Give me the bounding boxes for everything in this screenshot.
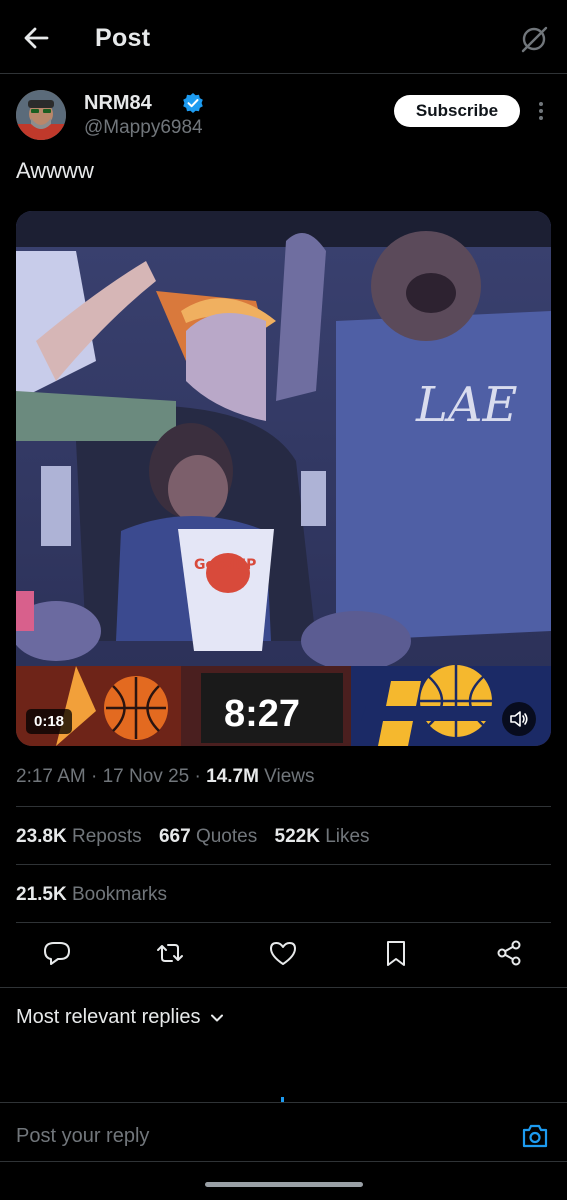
video-frame: LAE GoodUP	[16, 211, 551, 746]
views-count: 14.7M	[206, 766, 259, 787]
replies-sort-label: Most relevant replies	[16, 1006, 201, 1028]
popcorn-text: GoodUP	[194, 557, 256, 573]
author-name[interactable]: NRM84	[84, 92, 152, 115]
home-indicator[interactable]	[205, 1182, 363, 1187]
divider	[16, 922, 551, 923]
post-author: NRM84 @Mappy6984 Subscribe	[16, 90, 551, 146]
mute-icon	[510, 711, 528, 727]
top-bar: Post	[0, 0, 567, 74]
reply-icon[interactable]	[42, 938, 72, 968]
video-player[interactable]: LAE GoodUP 8:27 0:18	[16, 211, 551, 746]
divider	[16, 864, 551, 865]
page-title: Post	[95, 24, 151, 52]
repost-icon[interactable]	[155, 938, 185, 968]
like-icon[interactable]	[268, 938, 298, 968]
grok-icon[interactable]	[519, 24, 549, 54]
post-metadata: 2:17 AM · 17 Nov 25 · 14.7M Views	[16, 766, 315, 788]
views-label: Views	[258, 766, 315, 787]
subscribe-button[interactable]: Subscribe	[394, 95, 520, 127]
quotes-stat[interactable]: 667 Quotes	[159, 826, 257, 847]
divider	[0, 987, 567, 988]
scoreboard-time: 8:27	[224, 693, 301, 735]
back-arrow-icon[interactable]	[22, 24, 50, 52]
post-text: Awwww	[16, 158, 94, 183]
mute-button[interactable]	[502, 702, 536, 736]
camera-icon[interactable]	[521, 1123, 549, 1149]
reply-composer: Post your reply	[0, 1102, 567, 1162]
reposts-stat[interactable]: 23.8K Reposts	[16, 826, 142, 847]
divider	[16, 806, 551, 807]
action-bar	[0, 938, 567, 974]
chevron-down-icon	[210, 1014, 223, 1021]
replies-sort-dropdown[interactable]: Most relevant replies	[16, 1006, 225, 1029]
post-timestamp[interactable]: 2:17 AM · 17 Nov 25 ·	[16, 766, 206, 787]
bookmark-icon[interactable]	[381, 938, 411, 968]
likes-stat[interactable]: 522K Likes	[275, 826, 370, 847]
video-duration: 0:18	[26, 709, 73, 734]
verified-badge-icon	[183, 93, 203, 113]
more-icon[interactable]	[536, 100, 546, 122]
engagement-stats: 23.8K Reposts 667 Quotes 522K Likes	[16, 826, 382, 848]
avatar[interactable]	[16, 90, 66, 140]
reply-input[interactable]: Post your reply	[16, 1125, 149, 1148]
bookmarks-stat[interactable]: 21.5K Bookmarks	[16, 884, 167, 906]
author-handle[interactable]: @Mappy6984	[84, 117, 203, 139]
share-icon[interactable]	[494, 938, 524, 968]
svg-text:LAE: LAE	[415, 377, 518, 433]
